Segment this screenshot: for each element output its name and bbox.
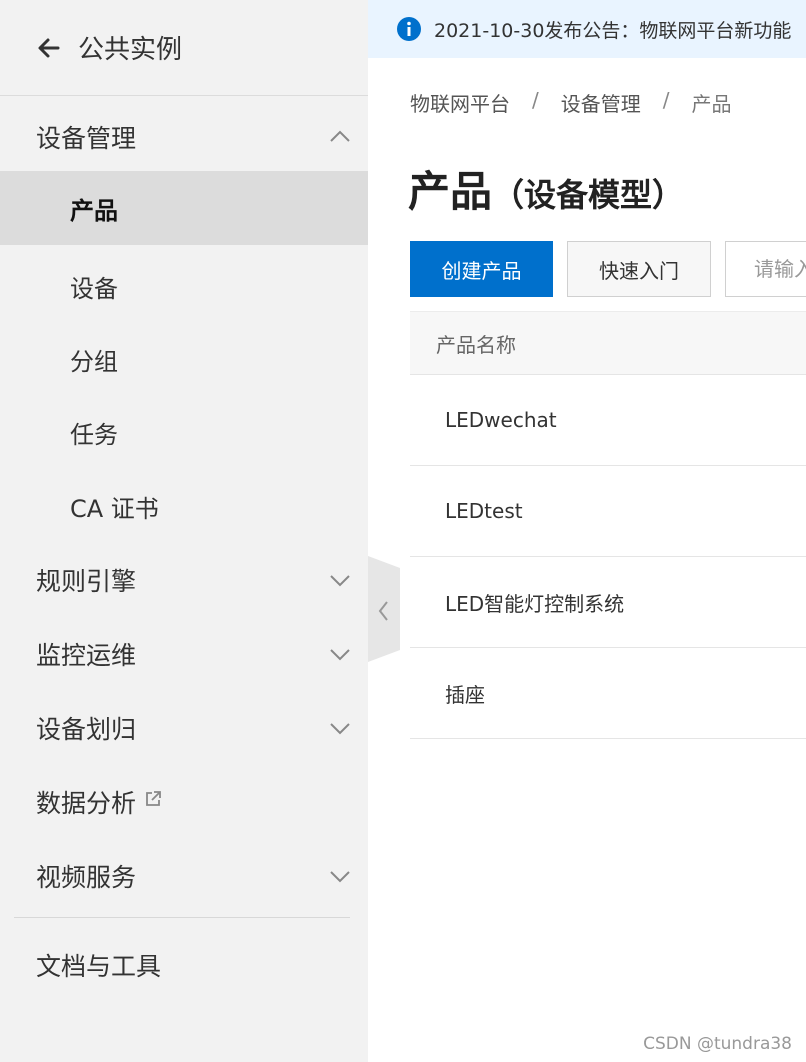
info-icon [397, 17, 421, 41]
search-input[interactable] [725, 241, 806, 297]
sidebar-group-monitor-ops[interactable]: 监控运维 [0, 617, 368, 691]
watermark: CSDN @tundra38 [643, 1034, 792, 1054]
announcement-text: 2021-10-30发布公告：物联网平台新功能 [434, 19, 792, 42]
breadcrumb-item[interactable]: 设备管理 [561, 88, 641, 117]
sidebar-item-label: CA 证书 [70, 494, 159, 523]
chevron-down-icon [330, 649, 350, 661]
create-product-button[interactable]: 创建产品 [410, 241, 553, 297]
sidebar-item-label: 产品 [70, 196, 118, 225]
breadcrumb-item[interactable]: 物联网平台 [410, 88, 510, 117]
chevron-down-icon [330, 871, 350, 883]
sidebar-item-label: 分组 [70, 347, 118, 376]
column-header-product-name: 产品名称 [436, 332, 516, 357]
table-row[interactable]: LEDtest [410, 466, 806, 557]
sidebar-item-docs-tools[interactable]: 文档与工具 [0, 928, 368, 1002]
back-label: 公共实例 [78, 35, 183, 65]
table-row[interactable]: LED智能灯控制系统 [410, 557, 806, 648]
table-header: 产品名称 [410, 311, 806, 375]
sidebar-collapse-handle[interactable] [368, 556, 400, 662]
back-to-instances[interactable]: 公共实例 [0, 0, 368, 96]
external-link-icon [146, 791, 161, 806]
product-name-cell[interactable]: LED智能灯控制系统 [445, 588, 624, 617]
sidebar-group-label: 监控运维 [36, 641, 137, 670]
chevron-up-icon [330, 130, 350, 142]
sidebar: 公共实例 设备管理 产品 设备 分组 任务 CA 证书 规则引擎 监控运维 设备… [0, 0, 368, 1062]
product-name-cell[interactable]: LEDtest [445, 499, 523, 523]
sidebar-group-label: 设备划归 [36, 715, 137, 744]
product-name-cell[interactable]: LEDwechat [445, 408, 557, 432]
page-title-main: 产品 [408, 167, 493, 216]
breadcrumb-current: 产品 [691, 92, 732, 116]
breadcrumb-separator: / [532, 88, 539, 112]
sidebar-group-label: 文档与工具 [36, 952, 162, 981]
product-table: 产品名称 LEDwechat LEDtest LED智能灯控制系统 插座 [410, 311, 806, 739]
chevron-down-icon [330, 723, 350, 735]
sidebar-item-task[interactable]: 任务 [0, 395, 368, 469]
sidebar-item-product[interactable]: 产品 [0, 171, 368, 245]
sidebar-group-device-assign[interactable]: 设备划归 [0, 691, 368, 765]
chevron-down-icon [330, 575, 350, 587]
arrow-left-icon [38, 38, 60, 57]
sidebar-item-group[interactable]: 分组 [0, 322, 368, 396]
page-title-subtitle: （设备模型） [492, 176, 685, 214]
sidebar-group-label: 设备管理 [36, 124, 137, 153]
sidebar-group-video-service[interactable]: 视频服务 [0, 839, 368, 913]
quick-start-button[interactable]: 快速入门 [567, 241, 711, 297]
sidebar-item-ca-cert[interactable]: CA 证书 [0, 469, 368, 543]
table-row[interactable]: 插座 [410, 648, 806, 739]
sidebar-item-label: 任务 [70, 420, 118, 449]
sidebar-group-label: 数据分析 [36, 789, 137, 818]
table-row[interactable]: LEDwechat [410, 375, 806, 466]
sidebar-item-label: 设备 [70, 274, 118, 303]
sidebar-item-device[interactable]: 设备 [0, 249, 368, 323]
sidebar-group-label: 规则引擎 [36, 567, 137, 596]
sidebar-group-device-management[interactable]: 设备管理 [0, 100, 368, 174]
breadcrumb: 物联网平台 / 设备管理 / 产品 [410, 88, 732, 117]
announcement-banner[interactable]: 2021-10-30发布公告：物联网平台新功能 [368, 0, 806, 58]
sidebar-group-data-analysis[interactable]: 数据分析 [0, 765, 368, 839]
page-title: 产品（设备模型） [408, 158, 684, 219]
sidebar-divider [14, 917, 350, 918]
product-name-cell[interactable]: 插座 [445, 679, 485, 708]
sidebar-group-rule-engine[interactable]: 规则引擎 [0, 543, 368, 617]
sidebar-group-label: 视频服务 [36, 863, 137, 892]
breadcrumb-separator: / [662, 88, 670, 112]
